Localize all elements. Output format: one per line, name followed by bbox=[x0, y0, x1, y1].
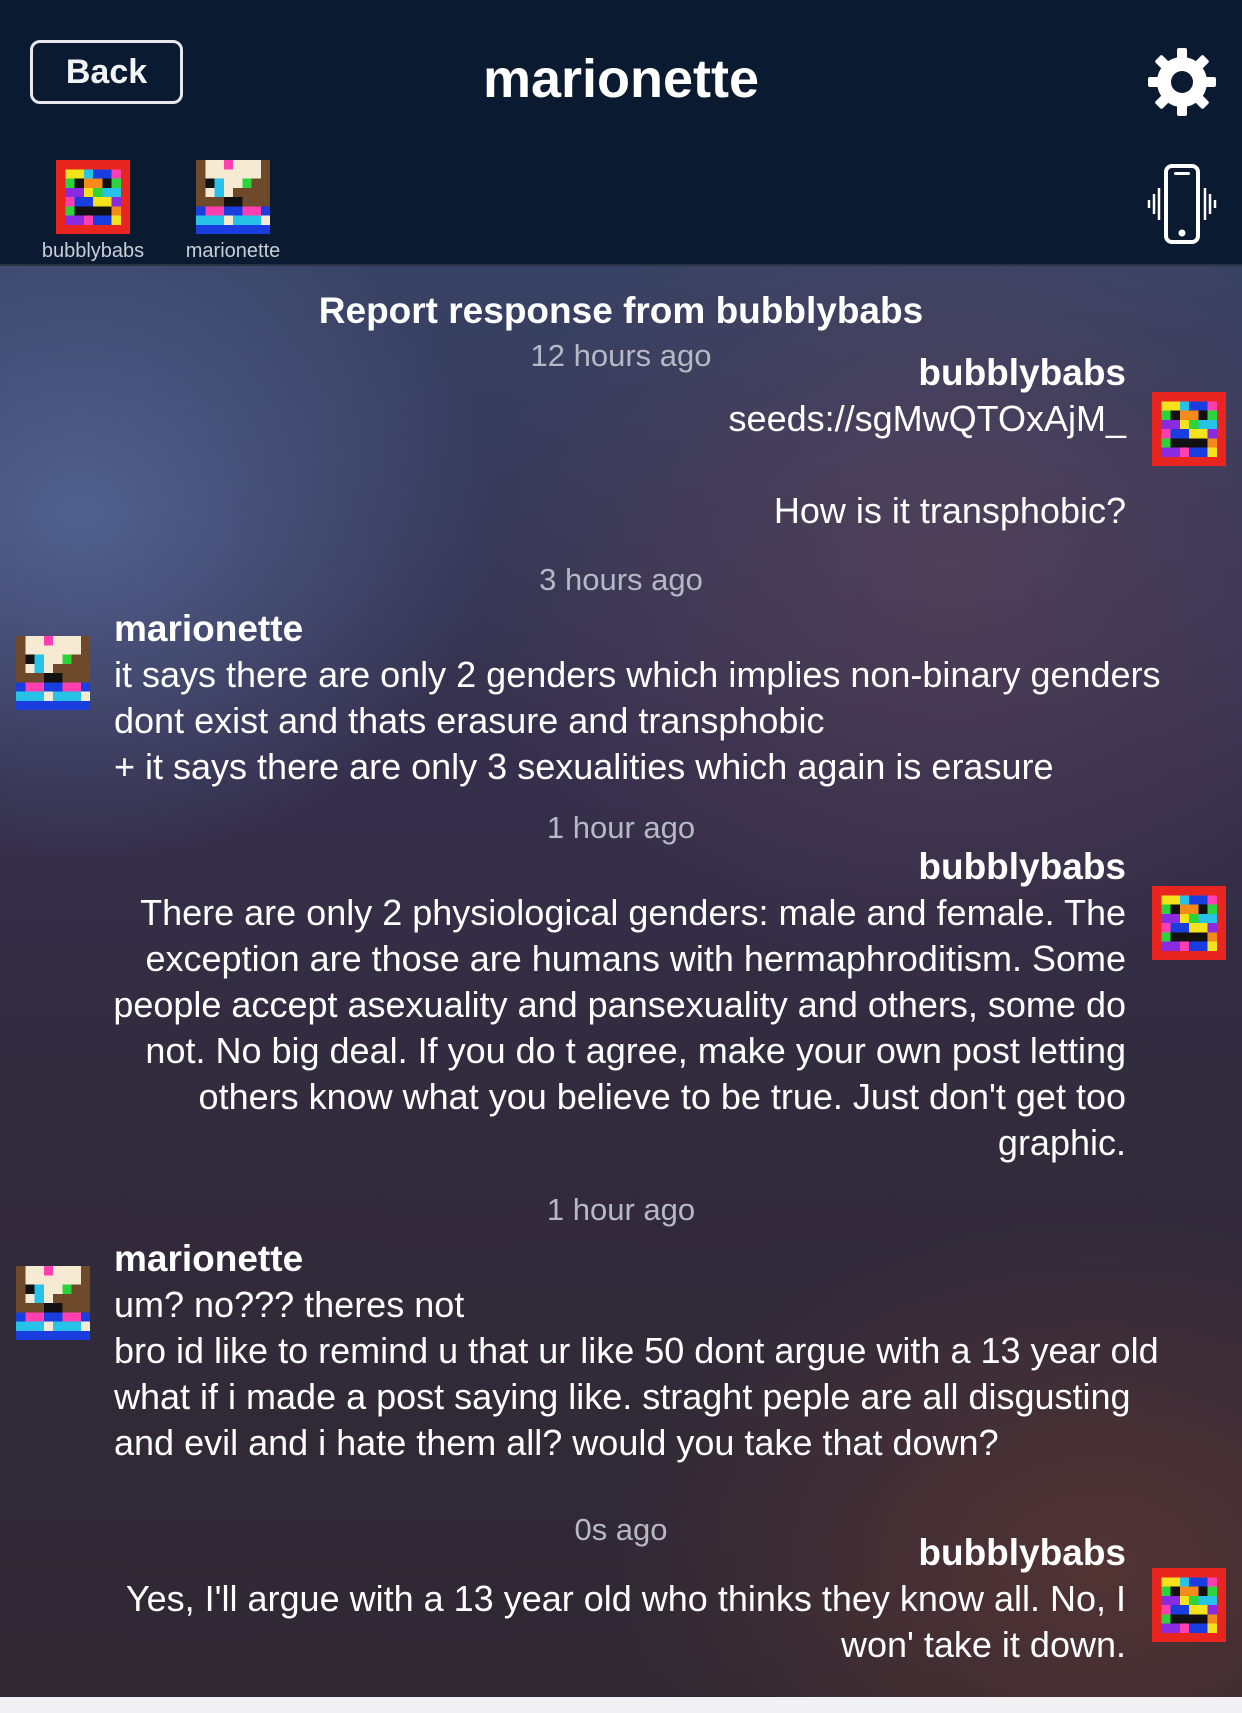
participant-marionette[interactable]: marionette bbox=[168, 160, 298, 263]
message-marionette: marionette um? no??? theres not bro id l… bbox=[114, 1236, 1159, 1466]
avatar-bubblybabs bbox=[56, 160, 130, 234]
message-text: it says there are only 2 genders which i… bbox=[114, 654, 1161, 787]
message-author: bubblybabs bbox=[918, 1532, 1126, 1573]
message-author: bubblybabs bbox=[918, 352, 1126, 393]
message-author: marionette bbox=[114, 1238, 304, 1279]
message-author: marionette bbox=[114, 608, 304, 649]
timestamp: 3 hours ago bbox=[539, 562, 703, 597]
message-thread[interactable]: Report response from bubblybabs 12 hours… bbox=[0, 266, 1242, 1711]
message-marionette: marionette it says there are only 2 gend… bbox=[114, 606, 1161, 790]
back-button[interactable]: Back bbox=[30, 40, 183, 104]
participant-label: bubblybabs bbox=[41, 240, 145, 262]
message-bubblybabs: bubblybabs Yes, I'll argue with a 13 yea… bbox=[126, 1530, 1126, 1668]
report-title: Report response from bubblybabs bbox=[318, 290, 924, 331]
avatar-bubblybabs[interactable] bbox=[1152, 1568, 1226, 1642]
avatar-marionette[interactable] bbox=[16, 636, 90, 710]
bottom-edge bbox=[0, 1697, 1242, 1713]
message-text: There are only 2 physiological genders: … bbox=[113, 892, 1126, 1163]
message-author: bubblybabs bbox=[918, 846, 1126, 887]
message-text: Yes, I'll argue with a 13 year old who t… bbox=[125, 1578, 1126, 1665]
message-text: seeds://sgMwQTOxAjM_ How is it transphob… bbox=[728, 398, 1126, 531]
avatar-marionette bbox=[196, 160, 270, 234]
message-bubblybabs: bubblybabs There are only 2 physiologica… bbox=[113, 844, 1126, 1166]
message-bubblybabs: bubblybabs seeds://sgMwQTOxAjM_ How is i… bbox=[729, 350, 1126, 534]
avatar-bubblybabs[interactable] bbox=[1152, 392, 1226, 466]
participant-label: marionette bbox=[185, 240, 281, 262]
participant-bubblybabs[interactable]: bubblybabs bbox=[28, 160, 158, 263]
message-text: um? no??? theres not bro id like to remi… bbox=[114, 1284, 1159, 1463]
avatar-bubblybabs[interactable] bbox=[1152, 886, 1226, 960]
phone-vibrate-icon[interactable] bbox=[1146, 160, 1218, 248]
timestamp: 1 hour ago bbox=[546, 810, 696, 845]
avatar-marionette[interactable] bbox=[16, 1266, 90, 1340]
conversation-title: marionette bbox=[482, 49, 760, 109]
top-bar: Back marionette bubblybabs marionette bbox=[0, 0, 1242, 266]
timestamp: 1 hour ago bbox=[546, 1192, 696, 1227]
gear-icon[interactable] bbox=[1146, 46, 1218, 118]
